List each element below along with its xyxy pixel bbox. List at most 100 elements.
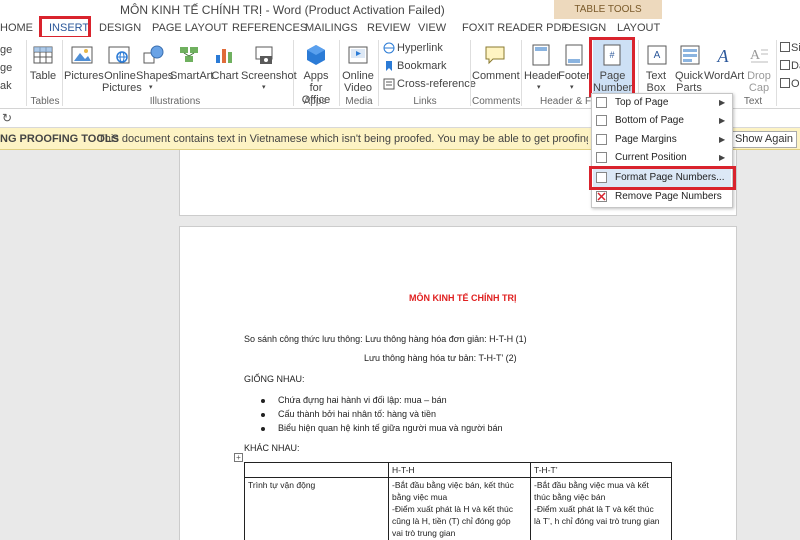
quick-parts-label-line1: Quick — [674, 70, 704, 82]
chevron-down-icon[interactable]: ▾ — [570, 83, 574, 91]
group-separator — [339, 40, 340, 106]
partial-ribbon-label[interactable]: ge — [0, 44, 12, 56]
remove-page-numbers-icon — [596, 191, 607, 202]
table-cell[interactable]: -Bắt đầu bằng việc bán, kết thúc bằng việ… — [388, 477, 531, 540]
apps-for-office-label-line1: Apps for — [303, 70, 329, 94]
tab-references[interactable]: REFERENCES — [232, 22, 307, 34]
cell-line: -Điểm xuất phát là T và kết thúc — [534, 504, 654, 514]
cross-reference-icon — [383, 78, 395, 90]
comment-icon — [485, 46, 505, 65]
table-cell[interactable]: H-T-H — [388, 462, 531, 478]
group-label-header-footer: Header & F — [540, 96, 592, 107]
group-label-comments: Comments — [472, 96, 521, 107]
bullet-icon — [261, 427, 265, 431]
hyperlink-button[interactable]: Hyperlink — [397, 42, 443, 54]
bookmark-button[interactable]: Bookmark — [397, 60, 447, 72]
tab-home[interactable]: HOME — [0, 22, 33, 34]
online-pictures-label-line1: Online — [104, 70, 136, 82]
table-icon — [33, 46, 53, 64]
table-move-handle-icon[interactable]: + — [234, 453, 243, 462]
cell-line: -Bắt đầu bằng việc mua và kết — [534, 480, 649, 490]
group-separator — [26, 40, 27, 106]
menu-item-bottom-of-page[interactable]: Bottom of Page — [615, 115, 684, 126]
group-separator — [293, 40, 294, 106]
tab-foxit-reader-pdf[interactable]: FOXIT READER PDF — [462, 22, 568, 34]
cross-reference-button[interactable]: Cross-reference — [397, 78, 476, 90]
table-cell[interactable]: T-H-T’ — [530, 462, 672, 478]
comment-button[interactable]: Comment — [472, 70, 520, 82]
text-box-button[interactable]: Text Box — [641, 70, 671, 94]
drop-cap-icon: A — [750, 48, 768, 63]
menu-item-current-position[interactable]: Current Position — [615, 152, 687, 163]
chevron-right-icon: ▶ — [719, 116, 726, 125]
screenshot-button[interactable]: Screenshot — [241, 70, 297, 82]
table-cell[interactable]: -Bắt đầu bằng việc mua và kết thúc bằng v… — [530, 477, 672, 540]
group-label-links: Links — [413, 96, 437, 107]
page-number-highlight — [589, 37, 635, 97]
menu-item-top-of-page[interactable]: Top of Page — [615, 97, 668, 108]
object-button[interactable]: Ob — [791, 78, 800, 90]
signature-line-button[interactable]: Si — [791, 42, 800, 54]
chevron-down-icon[interactable]: ▾ — [149, 83, 153, 91]
bullet-item: Cấu thành bởi hai nhân tố: hàng và tiền — [278, 409, 437, 419]
group-separator — [62, 40, 63, 106]
drop-cap-label-line1: Drop — [747, 70, 771, 82]
bottom-of-page-icon — [596, 115, 607, 126]
tab-page-layout[interactable]: PAGE LAYOUT — [152, 22, 228, 34]
pictures-button[interactable]: Pictures — [64, 70, 104, 82]
bookmark-icon — [386, 61, 392, 71]
screenshot-icon — [255, 46, 273, 64]
online-video-icon — [348, 46, 368, 64]
redo-icon[interactable]: ↻ — [2, 111, 12, 125]
partial-ribbon-label[interactable]: ge — [0, 62, 12, 74]
chevron-down-icon[interactable]: ▾ — [537, 83, 541, 91]
quick-parts-button[interactable]: Quick Parts — [672, 70, 706, 94]
show-again-button[interactable]: Show Again — [731, 131, 797, 148]
header-button[interactable]: Header — [524, 70, 560, 82]
smartart-button[interactable]: SmartArt — [170, 70, 213, 82]
cell-line: -Bắt đầu bằng việc bán, kết thúc — [392, 480, 514, 490]
format-page-numbers-highlight — [589, 166, 736, 190]
online-video-button[interactable]: Online Video — [341, 70, 375, 94]
date-time-button[interactable]: Da — [791, 60, 800, 72]
footer-button[interactable]: Footer — [558, 70, 590, 82]
menu-item-page-margins[interactable]: Page Margins — [615, 134, 677, 145]
drop-cap-label-line2: Cap — [748, 82, 770, 94]
document-line: Lưu thông hàng hóa tư bản: T-H-T’ (2) — [364, 353, 517, 363]
tab-table-design[interactable]: DESIGN — [564, 22, 606, 34]
partial-ribbon-label[interactable]: ak — [0, 80, 12, 92]
hyperlink-icon — [383, 42, 395, 54]
comparison-table: H-T-H T-H-T’ Trình tự vận động -Bắt đầu … — [244, 462, 672, 540]
chevron-down-icon[interactable]: ▾ — [262, 83, 266, 91]
bullet-item: Chứa đựng hai hành vi đối lập: mua – bán — [278, 395, 447, 405]
tab-design[interactable]: DESIGN — [99, 22, 141, 34]
table-button[interactable]: Table — [28, 70, 58, 82]
document-line: So sánh công thức lưu thông: Lưu thông h… — [244, 334, 527, 344]
chart-icon — [216, 49, 232, 63]
page-margins-icon — [596, 134, 607, 145]
online-pictures-button[interactable]: Online Pictures — [102, 70, 142, 94]
menu-item-remove-page-numbers[interactable]: Remove Page Numbers — [615, 191, 722, 202]
chevron-right-icon: ▶ — [719, 98, 726, 107]
table-cell[interactable] — [244, 462, 389, 478]
chart-button[interactable]: Chart — [210, 70, 240, 82]
online-video-label-line2: Video — [344, 82, 372, 94]
chevron-right-icon: ▶ — [719, 135, 726, 144]
top-of-page-icon — [596, 97, 607, 108]
cell-line: là T’, h chỉ đóng vai trò trung gian — [534, 516, 660, 526]
drop-cap-button[interactable]: Drop Cap — [744, 70, 774, 94]
group-separator — [521, 40, 522, 106]
tab-review[interactable]: REVIEW — [367, 22, 410, 34]
date-time-icon — [780, 60, 790, 70]
wordart-icon: A — [717, 46, 730, 66]
smartart-icon — [180, 47, 198, 62]
wordart-button[interactable]: WordArt — [704, 70, 744, 82]
shapes-button[interactable]: Shapes — [136, 70, 173, 82]
tab-view[interactable]: VIEW — [418, 22, 446, 34]
cell-line: thúc bằng việc bán — [534, 492, 606, 502]
cell-line: cũng là H, tiền (T) chỉ đóng góp — [392, 516, 511, 526]
quick-parts-icon — [680, 45, 700, 65]
tab-table-layout[interactable]: LAYOUT — [617, 22, 660, 34]
table-cell[interactable]: Trình tự vận động — [244, 477, 389, 540]
tab-mailings[interactable]: MAILINGS — [305, 22, 358, 34]
